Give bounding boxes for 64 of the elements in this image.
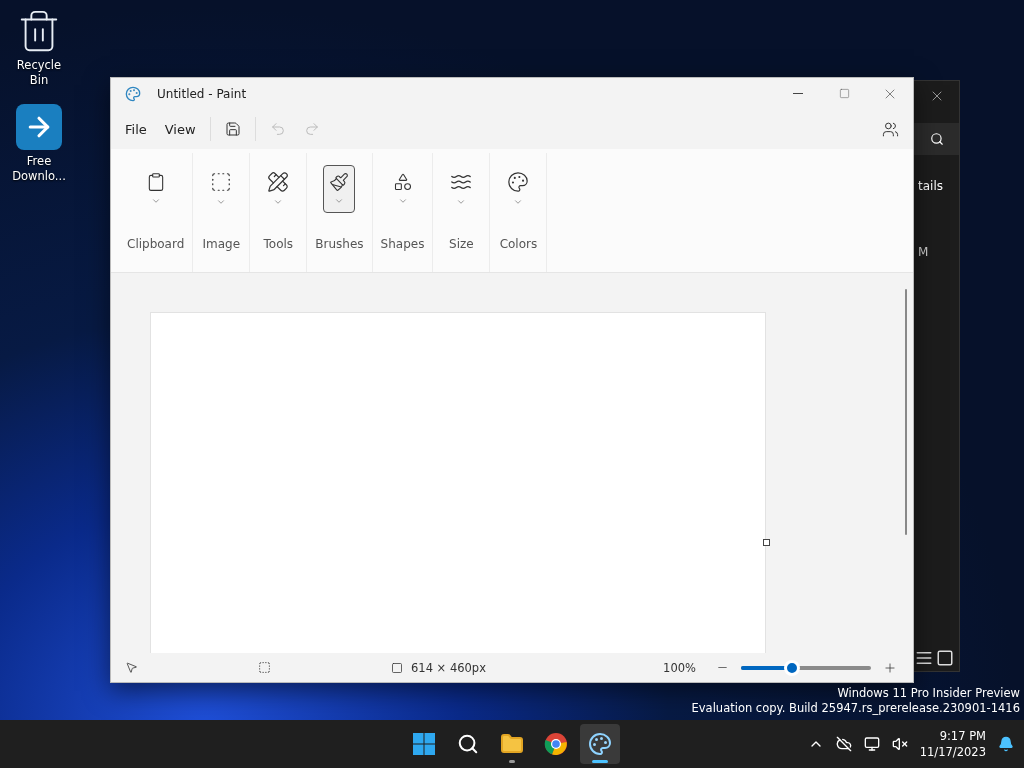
browser-icon	[544, 732, 568, 756]
scrollbar-thumb[interactable]	[905, 289, 907, 535]
maximize-icon	[838, 88, 850, 99]
group-label: Colors	[499, 237, 538, 251]
taskbar-app-button[interactable]	[580, 724, 620, 764]
undo-icon	[269, 121, 286, 137]
zoom-level-text: 100%	[663, 660, 696, 675]
group-label: Tools	[263, 237, 294, 251]
watermark-text: Evaluation copy. Build 25947.rs_prerelease.230901-1416	[691, 701, 1020, 716]
canvas-size-text: 614 × 460px	[411, 660, 486, 675]
running-indicator	[509, 760, 515, 763]
chevron-down-icon	[150, 196, 161, 206]
notification-bell-icon[interactable]	[998, 736, 1014, 752]
save-icon	[224, 121, 241, 137]
search-button[interactable]	[914, 123, 959, 155]
window-text: tails	[918, 179, 943, 193]
palette-icon	[507, 171, 530, 193]
watermark-text: Windows 11 Pro Insider Preview	[837, 686, 1020, 701]
cloud-off-icon[interactable]	[835, 736, 852, 752]
windows-logo-icon	[412, 732, 436, 756]
group-label: Brushes	[315, 237, 364, 251]
chevron-down-icon	[456, 197, 467, 207]
volume-muted-icon[interactable]	[891, 736, 908, 752]
search-icon	[457, 733, 479, 755]
pencil-ruler-icon	[267, 171, 290, 193]
brushes-button[interactable]	[323, 165, 356, 213]
group-label: Size	[449, 237, 474, 251]
people-icon	[882, 120, 899, 138]
chevron-down-icon	[513, 197, 524, 207]
minimize-icon	[793, 93, 803, 94]
group-label: Clipboard	[127, 237, 185, 251]
desktop-icon-label[interactable]: Free Downlo...	[9, 154, 69, 184]
window-title: Untitled - Paint	[157, 86, 248, 101]
list-view-icon[interactable]	[915, 649, 933, 667]
running-indicator	[592, 760, 608, 763]
date-text: 11/17/2023	[919, 744, 986, 760]
menu-item[interactable]: File	[117, 115, 155, 143]
chevron-down-icon	[334, 196, 345, 206]
shortcut-icon	[16, 104, 62, 150]
selection-icon	[258, 661, 271, 674]
shapes-icon	[392, 172, 413, 192]
menu-item[interactable]: View	[156, 115, 204, 143]
chevron-down-icon	[216, 197, 227, 207]
chevron-down-icon	[273, 197, 284, 207]
chevron-down-icon	[397, 196, 408, 206]
group-label: Shapes	[380, 237, 425, 251]
group-label: Image	[202, 237, 241, 251]
canvas-size-icon	[391, 661, 403, 674]
resize-handle[interactable]	[763, 539, 770, 546]
network-icon[interactable]	[863, 736, 880, 752]
window-text: M	[918, 245, 929, 259]
dashed-square-icon	[210, 171, 233, 193]
preview-view-icon[interactable]	[936, 649, 954, 667]
time-text: 9:17 PM	[939, 728, 986, 744]
clock[interactable]: 9:17 PM 11/17/2023	[919, 728, 986, 760]
app-icon	[125, 85, 141, 102]
redo-icon	[303, 121, 320, 137]
desktop-icon-label[interactable]: Recycle Bin	[9, 58, 69, 88]
brush-icon	[329, 172, 350, 192]
folder-icon	[500, 732, 524, 756]
search-icon	[929, 132, 944, 146]
pointer-icon	[125, 661, 138, 674]
palette-icon	[588, 732, 612, 756]
plus-icon	[883, 660, 897, 675]
